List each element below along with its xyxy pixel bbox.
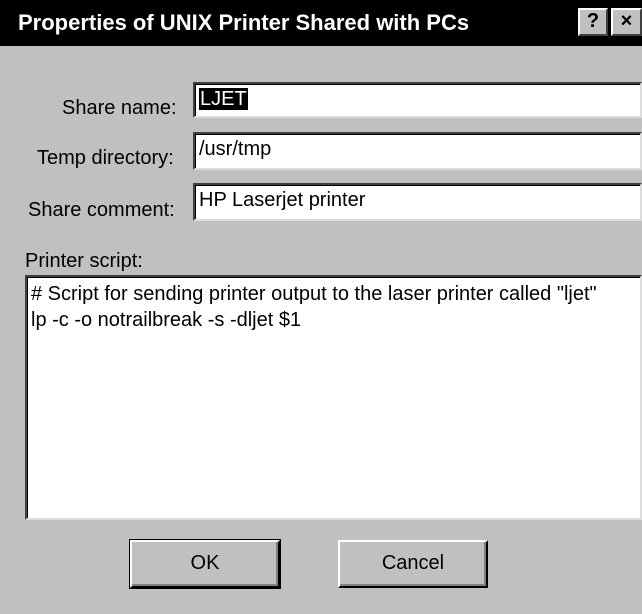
share-name-label: Share name:	[62, 97, 177, 119]
printer-script-textarea[interactable]: # Script for sending printer output to t…	[25, 275, 642, 520]
printer-script-label: Printer script:	[25, 250, 143, 272]
title-bar: Properties of UNIX Printer Shared with P…	[0, 0, 642, 46]
temp-directory-label: Temp directory:	[37, 147, 174, 169]
temp-directory-input[interactable]: /usr/tmp	[193, 132, 642, 170]
help-button[interactable]: ?	[578, 8, 608, 36]
printer-properties-dialog: Properties of UNIX Printer Shared with P…	[0, 0, 642, 614]
share-name-input[interactable]: LJET	[193, 82, 642, 118]
share-comment-label: Share comment:	[28, 199, 175, 221]
cancel-button[interactable]: Cancel	[338, 540, 488, 588]
share-comment-input[interactable]: HP Laserjet printer	[193, 183, 642, 221]
dialog-title: Properties of UNIX Printer Shared with P…	[18, 10, 470, 35]
ok-button[interactable]: OK	[129, 539, 281, 589]
close-button[interactable]: ×	[611, 8, 642, 36]
share-name-value: LJET	[199, 88, 248, 110]
